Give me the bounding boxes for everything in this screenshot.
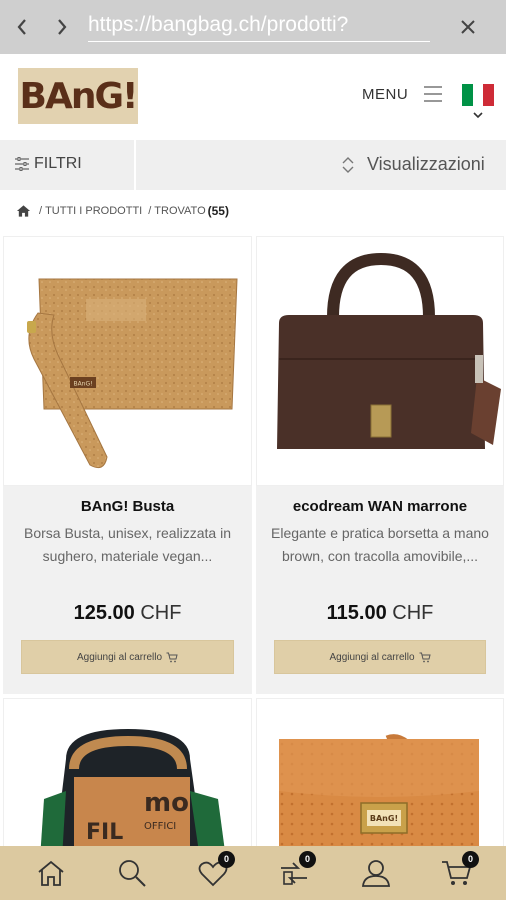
breadcrumb: / TUTTI I PRODOTTI / TROVATO (55) [16,202,229,220]
price-currency: CHF [140,602,182,624]
tote-bag-image: mo OFFICI FIL [40,729,226,857]
breadcrumb-found: TROVATO [154,205,206,217]
cork-clutch-image: BAnG! [27,278,238,469]
nav-search-button[interactable] [116,858,148,888]
product-card[interactable]: mo OFFICI FIL [3,698,252,858]
site-header: BAnG! MENU [0,54,506,140]
hamburger-menu-icon[interactable] [423,84,443,104]
italy-flag-icon[interactable] [462,84,495,106]
views-label: Visualizzazioni [367,154,485,174]
search-icon [119,860,146,887]
product-name[interactable]: BAnG! Busta [3,498,252,515]
price-value: 125.00 [73,602,135,624]
result-count: (55) [207,204,229,218]
url-field[interactable]: https://bangbag.ch/prodotti? [88,10,430,42]
add-to-cart-button[interactable]: Aggiungi al carrello [274,640,486,674]
product-price: 115.00 CHF [256,602,504,625]
orange-handbag-image: BAnG! [279,734,479,850]
bottom-navigation: 0 0 0 [0,846,506,900]
product-image[interactable]: BAnG! [256,698,504,858]
nav-home-button[interactable] [35,858,67,888]
svg-text:OFFICI: OFFICI [144,821,176,832]
product-name[interactable]: ecodream WAN marrone [256,498,504,515]
price-currency: CHF [392,602,434,624]
compare-badge: 0 [299,851,316,868]
breadcrumb-all-products[interactable]: TUTTI I PRODOTTI [45,205,142,217]
cart-icon [419,652,431,662]
svg-text:BAnG!: BAnG! [370,814,398,823]
cart-icon [166,652,178,662]
filters-button[interactable]: FILTRI [0,140,136,190]
nav-wishlist-button[interactable]: 0 [197,851,235,888]
site-logo[interactable]: BAnG! [18,68,138,124]
close-icon [461,20,475,34]
product-card[interactable]: ecodream WAN marrone Elegante e pratica … [256,236,504,694]
product-price: 125.00 CHF [3,602,252,625]
logo-text: BAnG! [19,75,139,117]
sliders-icon [15,157,29,171]
chevron-down-icon[interactable] [471,110,485,120]
product-description: Borsa Busta, unisex, realizzata in sughe… [24,525,231,564]
forward-button[interactable] [50,13,74,41]
cart-badge: 0 [462,851,479,868]
product-image[interactable] [256,236,504,486]
home-icon[interactable] [16,204,31,218]
home-icon [38,860,64,886]
filters-label: FILTRI [34,155,82,172]
nav-cart-button[interactable]: 0 [441,851,479,888]
price-value: 115.00 [326,602,387,624]
browser-url-bar: https://bangbag.ch/prodotti? [0,0,506,54]
product-card[interactable]: BAnG! BAnG! Busta Borsa Busta, unisex, r… [3,236,252,694]
user-icon [362,860,390,887]
menu-label[interactable]: MENU [362,86,408,103]
close-button[interactable] [456,15,480,39]
sort-arrows-icon [342,157,354,173]
chevron-left-icon [17,19,26,35]
add-to-cart-label: Aggiungi al carrello [329,651,415,663]
product-tag-label: BAnG! [73,381,92,388]
svg-text:FIL: FIL [86,820,123,845]
product-image[interactable]: mo OFFICI FIL [3,698,252,858]
back-button[interactable] [10,13,34,41]
svg-text:mo: mo [144,788,189,818]
wishlist-badge: 0 [218,851,235,868]
product-description: Elegante e pratica borsetta a mano brown… [271,525,489,564]
add-to-cart-label: Aggiungi al carrello [76,651,163,663]
product-card[interactable]: BAnG! [256,698,504,858]
nav-compare-button[interactable]: 0 [278,851,316,888]
chevron-right-icon [58,19,67,35]
add-to-cart-button[interactable]: Aggiungi al carrello [21,640,234,674]
nav-account-button[interactable] [360,858,392,888]
product-image[interactable]: BAnG! [3,236,252,486]
brown-handbag-image [277,252,501,449]
filter-bar: FILTRI Visualizzazioni [0,140,506,190]
